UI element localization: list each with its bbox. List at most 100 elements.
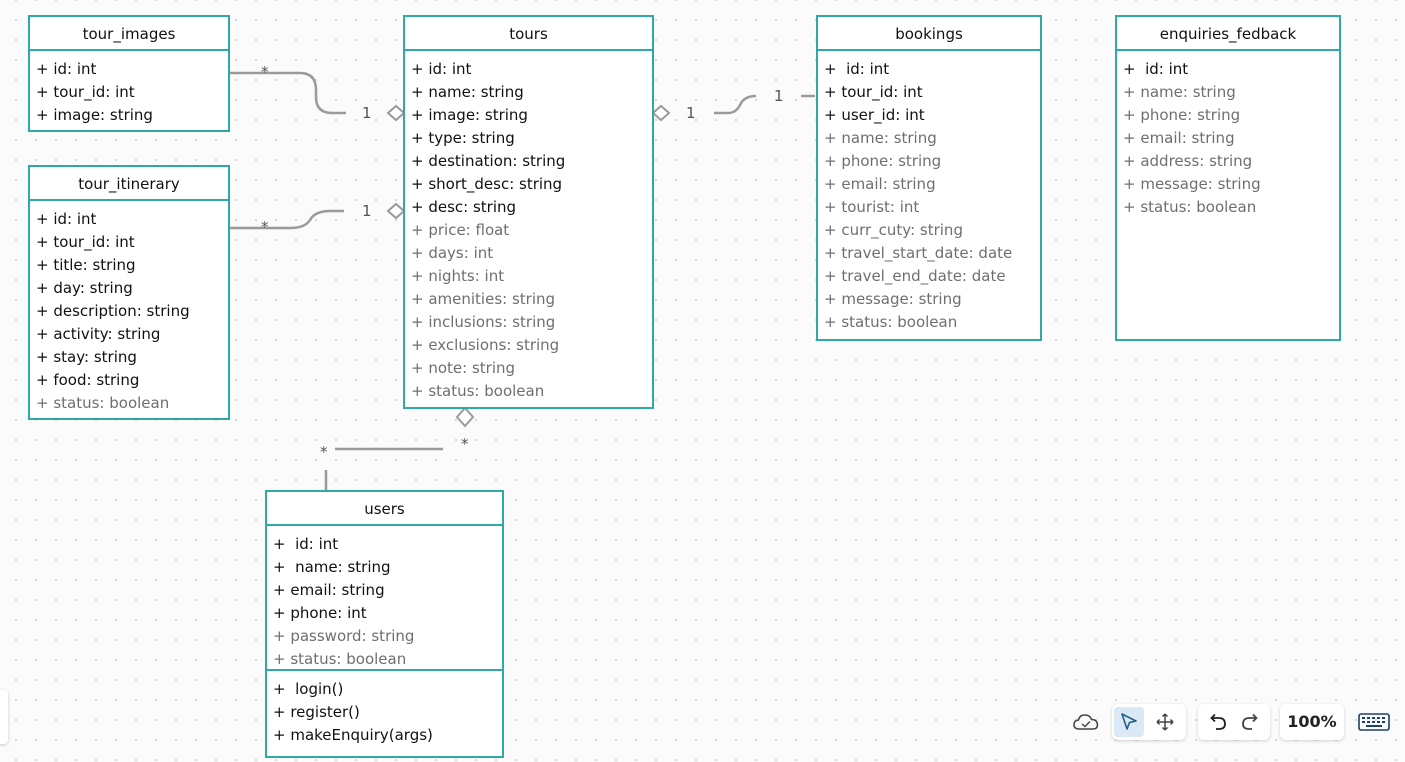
keyboard-icon[interactable] (1356, 707, 1392, 737)
redo-icon[interactable] (1236, 707, 1266, 737)
class-tour-images[interactable]: tour_images + id: int + tour_id: int + i… (28, 15, 230, 132)
attribute-row: + nights: int (411, 267, 505, 285)
attribute-row: + name: string (411, 83, 524, 101)
attribute-row: + status: boolean (36, 394, 170, 412)
aggregation-diamond-bookings (651, 104, 671, 122)
attribute-row: + travel_end_date: date (824, 267, 1006, 285)
attribute-row: + image: string (411, 106, 528, 124)
class-tours[interactable]: tours + id: int + name: string + image: … (403, 15, 654, 409)
attribute-row: + description: string (36, 302, 190, 320)
attribute-row: + amenities: string (411, 290, 556, 308)
attribute-row: + email: string (1123, 129, 1235, 147)
attribute-row: + id: int (36, 60, 97, 78)
attribute-list: + id: int + tour_id: int + image: string (30, 51, 228, 127)
mult-images-one: 1 (362, 104, 372, 122)
class-title: users (267, 492, 502, 526)
canvas-toolbar: 100% (1068, 704, 1398, 740)
side-panel-handle[interactable] (0, 690, 8, 744)
attribute-row: + image: string (36, 106, 153, 124)
attribute-row: + id: int (273, 535, 339, 553)
diagram-canvas[interactable]: * 1 * 1 1 1 * * tour_images + id: int + … (0, 0, 1405, 762)
attribute-row: + phone: int (273, 604, 367, 622)
attribute-row: + id: int (1123, 60, 1189, 78)
attribute-row: + days: int (411, 244, 494, 262)
attribute-row: + email: string (824, 175, 936, 193)
class-title: enquiries_fedback (1117, 17, 1339, 51)
aggregation-diamond-users (455, 406, 475, 428)
cloud-icon[interactable] (1071, 707, 1101, 737)
attribute-row: + destination: string (411, 152, 566, 170)
attribute-row: + note: string (411, 359, 516, 377)
class-title: tour_images (30, 17, 228, 51)
attribute-row: + exclusions: string (411, 336, 560, 354)
mult-images-many: * (261, 63, 269, 81)
class-tour-itinerary[interactable]: tour_itinerary + id: int + tour_id: int … (28, 165, 230, 420)
attribute-row: + name: string (273, 558, 391, 576)
attribute-row: + short_desc: string (411, 175, 563, 193)
attribute-list: + id: int + name: string + phone: string… (1117, 51, 1339, 219)
attribute-row: + tour_id: int (36, 83, 135, 101)
operation-list: + login() + register() + makeEnquiry(arg… (267, 669, 502, 747)
connector-tours-bookings (714, 94, 757, 115)
attribute-row: + name: string (824, 129, 937, 147)
attribute-row: + message: string (1123, 175, 1261, 193)
attribute-row: + curr_cuty: string (824, 221, 963, 239)
attribute-row: + food: string (36, 371, 140, 389)
aggregation-diamond-itinerary (386, 202, 406, 220)
zoom-control[interactable]: 100% (1280, 704, 1344, 740)
attribute-row: + id: int (824, 60, 890, 78)
attribute-row: + id: int (36, 210, 97, 228)
attribute-row: + phone: string (1123, 106, 1241, 124)
zoom-level: 100% (1287, 712, 1337, 731)
operation-row: + login() (273, 680, 344, 698)
attribute-row: + status: boolean (1123, 198, 1257, 216)
attribute-row: + inclusions: string (411, 313, 556, 331)
attribute-row: + activity: string (36, 325, 161, 343)
class-title: tour_itinerary (30, 167, 228, 201)
attribute-row: + status: boolean (411, 382, 545, 400)
attribute-list: + id: int + name: string + image: string… (405, 51, 652, 403)
attribute-row: + status: boolean (824, 313, 958, 331)
attribute-row: + password: string (273, 627, 415, 645)
attribute-row: + user_id: int (824, 106, 925, 124)
connector-itinerary-tours (230, 209, 344, 230)
attribute-row: + price: float (411, 221, 510, 239)
move-icon[interactable] (1150, 707, 1180, 737)
attribute-row: + type: string (411, 129, 515, 147)
attribute-row: + tourist: int (824, 198, 920, 216)
connector-images-tours (230, 71, 346, 115)
attribute-row: + travel_start_date: date (824, 244, 1013, 262)
attribute-row: + tour_id: int (36, 233, 135, 251)
class-title: tours (405, 17, 652, 51)
attribute-row: + stay: string (36, 348, 137, 366)
operation-row: + register() (273, 703, 360, 721)
mult-tours-users-many: * (461, 435, 469, 453)
mult-bookings-one: 1 (774, 87, 784, 105)
class-bookings[interactable]: bookings + id: int + tour_id: int + user… (816, 15, 1042, 341)
attribute-row: + desc: string (411, 198, 517, 216)
pointer-icon[interactable] (1114, 707, 1144, 737)
mult-users-many: * (320, 443, 328, 461)
mult-bookings-tours-one: 1 (686, 104, 696, 122)
class-enquiries-fedback[interactable]: enquiries_fedback + id: int + name: stri… (1115, 15, 1341, 341)
attribute-row: + name: string (1123, 83, 1236, 101)
attribute-row: + tour_id: int (824, 83, 923, 101)
mult-itinerary-one: 1 (362, 202, 372, 220)
attribute-list: + id: int + tour_id: int + title: string… (30, 201, 228, 415)
attribute-row: + id: int (411, 60, 472, 78)
attribute-row: + phone: string (824, 152, 942, 170)
tool-group (1112, 704, 1186, 740)
aggregation-diamond-images (386, 104, 406, 122)
attribute-list: + id: int + name: string + email: string… (267, 526, 502, 669)
attribute-row: + title: string (36, 256, 136, 274)
class-users[interactable]: users + id: int + name: string + email: … (265, 490, 504, 758)
attribute-row: + address: string (1123, 152, 1253, 170)
undo-icon[interactable] (1202, 707, 1232, 737)
mult-itinerary-many: * (261, 218, 269, 236)
class-title: bookings (818, 17, 1040, 51)
attribute-row: + message: string (824, 290, 962, 308)
operation-row: + makeEnquiry(args) (273, 726, 433, 744)
attribute-row: + status: boolean (273, 650, 407, 668)
history-group (1198, 704, 1270, 740)
attribute-list: + id: int + tour_id: int + user_id: int … (818, 51, 1040, 334)
